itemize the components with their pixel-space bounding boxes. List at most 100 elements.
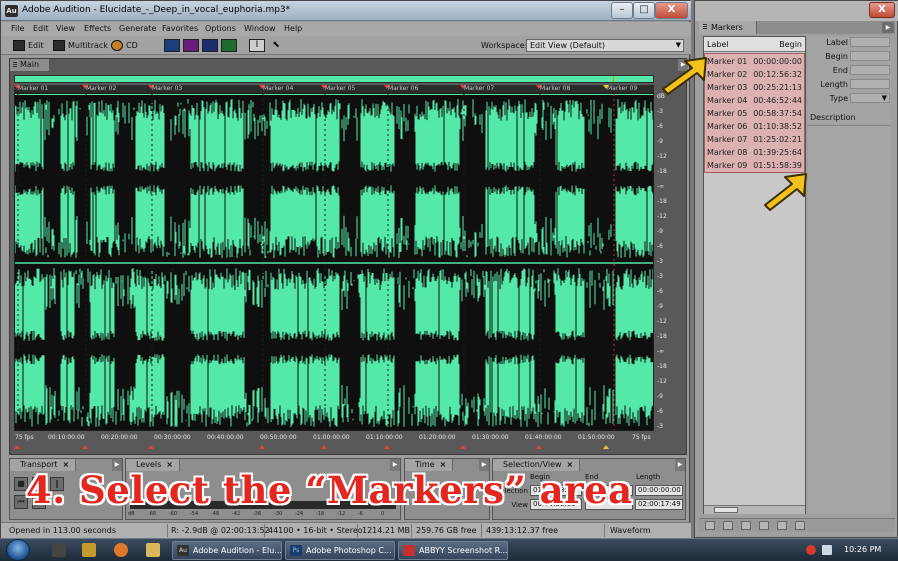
- insert-playlist-icon[interactable]: [777, 521, 787, 530]
- start-button[interactable]: [6, 539, 30, 561]
- db-tick: -9: [657, 228, 663, 235]
- edit-marker-icon[interactable]: [705, 521, 715, 530]
- menu-options[interactable]: Options: [205, 24, 236, 33]
- marker-triangle[interactable]: [384, 445, 390, 449]
- marker-label[interactable]: Marker 04: [263, 85, 293, 93]
- marker-row[interactable]: Marker 04 00:46:52:44: [705, 94, 804, 107]
- marker-triangle[interactable]: [148, 445, 154, 449]
- waveform-display[interactable]: [14, 93, 654, 431]
- clock[interactable]: 10:26 PM: [844, 545, 881, 554]
- waveform-view-icon[interactable]: [164, 39, 180, 52]
- markers-title-bar[interactable]: X: [695, 1, 898, 21]
- horizontal-scrollbar[interactable]: [704, 505, 805, 514]
- phase-view-icon[interactable]: [221, 39, 237, 52]
- batch-marker-icon[interactable]: [741, 521, 751, 530]
- menu-edit[interactable]: Edit: [33, 24, 49, 33]
- type-select[interactable]: ▼: [850, 93, 890, 103]
- status-disk-free: 259.76 GB free: [416, 526, 477, 535]
- merge-marker-icon[interactable]: [723, 521, 733, 530]
- selection-length-field[interactable]: 00:00:00:00: [635, 485, 683, 496]
- waveform-channel: [15, 95, 653, 262]
- overview-bar[interactable]: [14, 75, 654, 83]
- marker-row[interactable]: Marker 03 00:25:21:13: [705, 81, 804, 94]
- workspace-select[interactable]: Edit View (Default) ▼: [526, 39, 684, 52]
- marker-label[interactable]: Marker 07: [464, 85, 494, 93]
- end-field[interactable]: [850, 65, 890, 75]
- title-bar[interactable]: Au Adobe Audition - Elucidate_-_Deep_in_…: [1, 1, 691, 21]
- marker-triangle[interactable]: [460, 445, 466, 449]
- marker-triangle[interactable]: [14, 445, 20, 449]
- cd-track-icon[interactable]: [795, 521, 805, 530]
- folder-icon[interactable]: [146, 543, 160, 557]
- task-photoshop[interactable]: Ps Adobe Photoshop C...: [285, 541, 395, 560]
- task-audition[interactable]: Au Adobe Audition - Elu...: [172, 541, 282, 560]
- marker-triangle[interactable]: [259, 445, 265, 449]
- view-length-field[interactable]: 02:00:17:49: [635, 499, 683, 510]
- column-label[interactable]: Label: [707, 40, 729, 49]
- tab-main[interactable]: Main: [10, 59, 50, 71]
- marker-row[interactable]: Marker 07 01:25:02:21: [705, 133, 804, 146]
- volume-icon[interactable]: [822, 545, 832, 555]
- marker-lane[interactable]: Marker 01 Marker 02 Marker 03 Marker 04 …: [14, 85, 654, 93]
- maximize-button[interactable]: □: [633, 2, 655, 19]
- label-field[interactable]: [850, 37, 890, 47]
- begin-field[interactable]: [850, 51, 890, 61]
- db-tick: -∞: [657, 183, 665, 190]
- marker-row[interactable]: Marker 08 01:39:25:64: [705, 146, 804, 159]
- marker-label[interactable]: Marker 01: [18, 85, 48, 93]
- marker-label[interactable]: Marker 08: [540, 85, 570, 93]
- marquee-tool-icon[interactable]: ⬉: [268, 39, 284, 52]
- db-tick: -18: [657, 168, 667, 175]
- tab-markers[interactable]: Markers ×: [699, 21, 757, 45]
- menu-view[interactable]: View: [56, 24, 75, 33]
- close-button[interactable]: X: [869, 2, 895, 18]
- spectral-pan-icon[interactable]: [202, 39, 218, 52]
- tab-main-label: Main: [20, 60, 40, 69]
- multitrack-view-button[interactable]: Multitrack: [53, 38, 108, 53]
- menu-effects[interactable]: Effects: [84, 24, 111, 33]
- marker-row[interactable]: Marker 01 00:00:00:00: [705, 55, 804, 68]
- marker-label[interactable]: Marker 02: [86, 85, 116, 93]
- status-separator: [357, 524, 358, 537]
- firefox-icon[interactable]: [114, 543, 128, 557]
- marker-label[interactable]: Marker 06: [388, 85, 418, 93]
- time-selection-tool-icon[interactable]: I: [249, 39, 265, 52]
- menu-favorites[interactable]: Favorites: [162, 24, 198, 33]
- menu-window[interactable]: Window: [244, 24, 276, 33]
- marker-row-begin: 00:58:37:54: [753, 109, 802, 118]
- menu-file[interactable]: File: [11, 24, 24, 33]
- task-abbyy[interactable]: ABBYY Screenshot R...: [398, 541, 508, 560]
- cd-view-button[interactable]: CD: [111, 38, 138, 53]
- column-begin[interactable]: Begin: [779, 40, 802, 49]
- marker-row[interactable]: Marker 05 00:58:37:54: [705, 107, 804, 120]
- panel-menu-icon[interactable]: ▶: [675, 459, 685, 471]
- panel-menu-icon[interactable]: ▶: [882, 22, 894, 33]
- marker-row[interactable]: Marker 09 01:51:58:39: [705, 159, 804, 172]
- marker-list[interactable]: Label Begin Marker 01 00:00:00:00 Marker …: [703, 36, 806, 514]
- tray-alert-icon[interactable]: [806, 545, 816, 555]
- marker-label[interactable]: Marker 09: [607, 85, 637, 93]
- marker-triangle[interactable]: [536, 445, 542, 449]
- scrollbar-thumb[interactable]: [714, 507, 738, 513]
- spectral-view-icon[interactable]: [183, 39, 199, 52]
- menu-help[interactable]: Help: [284, 24, 302, 33]
- minimize-button[interactable]: –: [611, 2, 633, 19]
- delete-marker-icon[interactable]: [759, 521, 769, 530]
- show-desktop-icon[interactable]: [52, 543, 66, 557]
- winamp-icon[interactable]: [82, 543, 96, 557]
- marker-label[interactable]: Marker 05: [325, 85, 355, 93]
- description-field[interactable]: [808, 125, 891, 514]
- marker-triangle[interactable]: [82, 445, 88, 449]
- close-button[interactable]: X: [655, 2, 688, 19]
- marker-row[interactable]: Marker 02 00:12:56:32: [705, 68, 804, 81]
- marker-triangle[interactable]: [603, 445, 609, 449]
- time-ruler[interactable]: 75 fps 00:10:00:00 00:20:00:00 00:30:00:00 0…: [14, 433, 654, 443]
- length-field[interactable]: [850, 79, 890, 89]
- marker-label[interactable]: Marker 03: [152, 85, 182, 93]
- marker-triangle[interactable]: [321, 445, 327, 449]
- edit-view-button[interactable]: Edit: [13, 38, 44, 53]
- sel-length-label: Length: [636, 473, 661, 481]
- time-tick: 01:50:00:00: [578, 434, 615, 441]
- marker-row[interactable]: Marker 06 01:10:38:52: [705, 120, 804, 133]
- menu-generate[interactable]: Generate: [119, 24, 156, 33]
